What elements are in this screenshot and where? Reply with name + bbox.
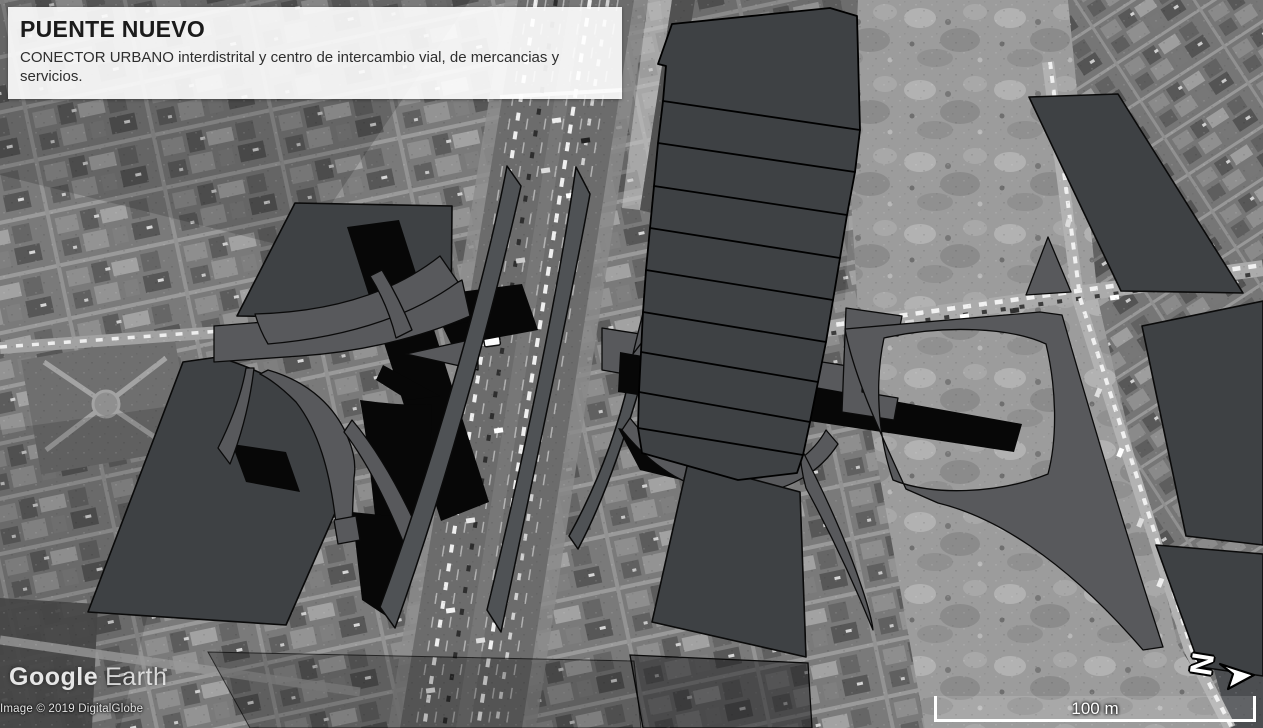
title-card: PUENTE NUEVO CONECTOR URBANO interdistri… (8, 7, 622, 99)
scale-bar: 100 m (934, 696, 1256, 722)
google-earth-logo: GoogleEarth (9, 663, 167, 692)
logo-earth: Earth (105, 663, 167, 691)
block-bottom-center (630, 655, 812, 728)
page-title: PUENTE NUEVO (20, 16, 610, 43)
scale-label: 100 m (937, 699, 1253, 719)
google-earth-viewport: PUENTE NUEVO CONECTOR URBANO interdistri… (0, 0, 1263, 728)
north-arrow: N (1186, 640, 1263, 696)
block-bottom-left (208, 652, 641, 728)
map-canvas[interactable] (0, 0, 1263, 728)
north-arrow-icon (1214, 650, 1263, 696)
logo-google: Google (9, 663, 98, 691)
page-subtitle: CONECTOR URBANO interdistrital y centro … (20, 49, 610, 87)
imagery-attribution: Image © 2019 DigitalGlobe (0, 703, 143, 715)
